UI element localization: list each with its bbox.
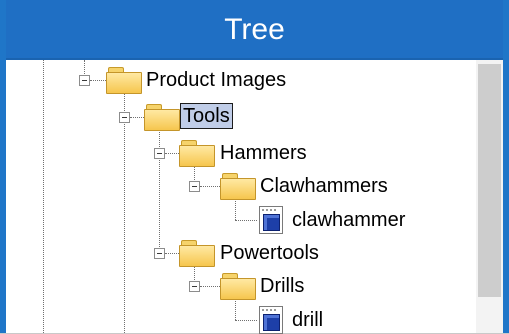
folder-icon [220,173,256,200]
tree-guide-line [43,60,44,333]
scrollbar-thumb[interactable] [478,64,501,297]
tree-node-label[interactable]: clawhammer [289,207,408,233]
collapse-icon[interactable] [154,148,165,159]
tree-guide-line [124,87,125,333]
collapse-icon[interactable] [154,248,165,259]
tree-node-label[interactable]: Clawhammers [257,173,391,199]
tree-guide-line [200,286,222,287]
tree-node-label[interactable]: Hammers [217,140,310,166]
folder-icon [179,140,215,167]
tree-node-label[interactable]: Drills [257,273,307,299]
model-file-icon [259,306,283,334]
tree-node-label[interactable]: drill [289,307,326,333]
folder-icon [220,273,256,300]
collapse-icon[interactable] [119,112,130,123]
model-file-icon [259,206,283,234]
tree-guide-line [235,220,257,221]
folder-icon [144,104,180,131]
tree-node-label[interactable]: Product Images [143,67,289,93]
collapse-icon[interactable] [189,181,200,192]
collapse-icon[interactable] [189,281,200,292]
tree-panel: Tree Product Images Tools Hammers Clawha… [0,0,509,334]
tree-guide-line [200,186,222,187]
tree-view[interactable]: Product Images Tools Hammers Clawhammers… [6,60,476,334]
folder-icon [179,240,215,267]
tree-guide-line [235,320,257,321]
tree-guide-line [159,125,160,253]
tree-node-label[interactable]: Tools [180,103,233,129]
folder-icon [106,67,142,94]
panel-title: Tree [6,0,503,60]
tree-node-label[interactable]: Powertools [217,240,322,266]
collapse-icon[interactable] [79,75,90,86]
